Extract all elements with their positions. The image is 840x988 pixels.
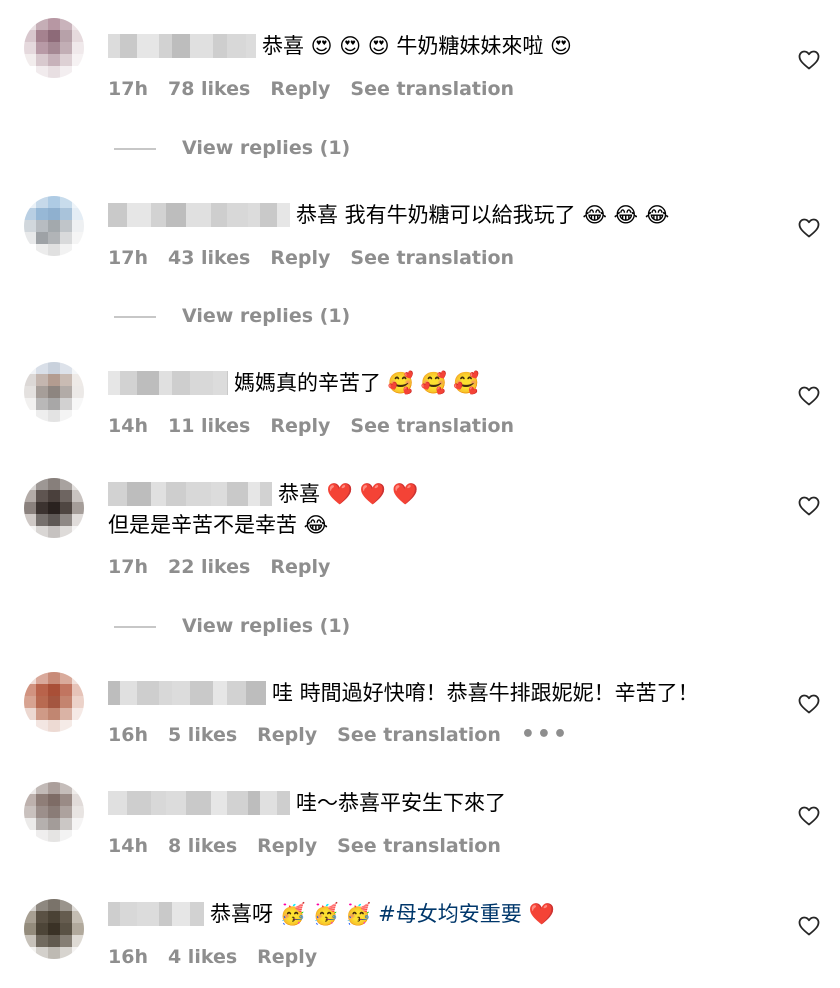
comment-text: 恭喜呀 🥳 🥳 🥳 #母女均安重要 ❤️: [108, 899, 555, 929]
reply-button[interactable]: Reply: [270, 247, 330, 269]
likes-count[interactable]: 11 likes: [168, 415, 250, 437]
comment-body: 但是是辛苦不是幸苦 😂: [108, 513, 329, 537]
replies-divider: [114, 315, 156, 318]
view-replies-label: View replies (1): [182, 615, 351, 637]
username-redacted[interactable]: [108, 902, 204, 926]
comments-list: 恭喜 😍 😍 😍 牛奶糖妹妹來啦 😍 17h 78 likes Reply See tr…: [0, 0, 840, 988]
avatar[interactable]: [24, 899, 84, 959]
like-heart-icon[interactable]: [797, 914, 821, 938]
see-translation-link[interactable]: See translation: [350, 247, 514, 269]
comment-time: 14h: [108, 835, 148, 857]
comment-text: 恭喜 😍 😍 😍 牛奶糖妹妹來啦 😍: [108, 31, 572, 61]
reply-button[interactable]: Reply: [257, 835, 317, 857]
see-translation-link[interactable]: See translation: [337, 724, 501, 746]
comment-time: 16h: [108, 946, 148, 968]
likes-count[interactable]: 78 likes: [168, 78, 250, 100]
username-redacted[interactable]: [108, 371, 228, 395]
comment-meta: 14h 8 likes Reply See translation: [108, 833, 521, 859]
username-redacted[interactable]: [108, 791, 290, 815]
avatar[interactable]: [24, 18, 84, 78]
likes-count[interactable]: 5 likes: [168, 724, 237, 746]
reply-button[interactable]: Reply: [270, 78, 330, 100]
comment-meta: 16h 4 likes Reply: [108, 944, 337, 970]
avatar[interactable]: [24, 196, 84, 256]
view-replies-button[interactable]: View replies (1): [114, 303, 350, 329]
view-replies-label: View replies (1): [182, 137, 351, 159]
comment-body: 恭喜 ❤️ ❤️ ❤️: [278, 482, 419, 506]
reply-button[interactable]: Reply: [257, 724, 317, 746]
hashtag-link[interactable]: #母女均安重要: [378, 902, 522, 926]
replies-divider: [114, 625, 156, 628]
comment-meta: 17h 22 likes Reply: [108, 554, 350, 580]
username-redacted[interactable]: [108, 482, 272, 506]
comment-body: 恭喜 我有牛奶糖可以給我玩了 😂 😂 😂: [296, 203, 670, 227]
avatar[interactable]: [24, 782, 84, 842]
comment-body: 媽媽真的辛苦了 🥰 🥰 🥰: [234, 371, 480, 395]
username-redacted[interactable]: [108, 34, 256, 58]
view-replies-label: View replies (1): [182, 305, 351, 327]
likes-count[interactable]: 43 likes: [168, 247, 250, 269]
comment-body: 哇～恭喜平安生下來了: [296, 791, 506, 815]
see-translation-link[interactable]: See translation: [337, 835, 501, 857]
comment-time: 16h: [108, 724, 148, 746]
more-options-button[interactable]: •••: [521, 722, 569, 747]
comment-text: 恭喜 我有牛奶糖可以給我玩了 😂 😂 😂: [108, 200, 669, 230]
like-heart-icon[interactable]: [797, 804, 821, 828]
replies-divider: [114, 147, 156, 150]
avatar[interactable]: [24, 478, 84, 538]
like-heart-icon[interactable]: [797, 48, 821, 72]
reply-button[interactable]: Reply: [270, 415, 330, 437]
comment-meta: 17h 78 likes Reply See translation: [108, 76, 534, 102]
comment-meta: 17h 43 likes Reply See translation: [108, 245, 534, 271]
likes-count[interactable]: 8 likes: [168, 835, 237, 857]
comment-text: 恭喜 ❤️ ❤️ ❤️: [108, 479, 418, 509]
comment-body: 恭喜呀 🥳 🥳 🥳 #母女均安重要 ❤️: [210, 902, 555, 926]
reply-button[interactable]: Reply: [270, 556, 330, 578]
comment-meta: 14h 11 likes Reply See translation: [108, 413, 534, 439]
comment-time: 17h: [108, 78, 148, 100]
comment-time: 17h: [108, 247, 148, 269]
username-redacted[interactable]: [108, 203, 290, 227]
comment-text: 媽媽真的辛苦了 🥰 🥰 🥰: [108, 368, 479, 398]
comment-time: 14h: [108, 415, 148, 437]
comment-time: 17h: [108, 556, 148, 578]
reply-button[interactable]: Reply: [257, 946, 317, 968]
avatar[interactable]: [24, 362, 84, 422]
comment-meta: 16h 5 likes Reply See translation •••: [108, 722, 589, 748]
like-heart-icon[interactable]: [797, 384, 821, 408]
comment-text: 但是是辛苦不是幸苦 😂: [108, 510, 328, 540]
like-heart-icon[interactable]: [797, 494, 821, 518]
like-heart-icon[interactable]: [797, 692, 821, 716]
likes-count[interactable]: 4 likes: [168, 946, 237, 968]
view-replies-button[interactable]: View replies (1): [114, 613, 350, 639]
see-translation-link[interactable]: See translation: [350, 78, 514, 100]
comment-text: 哇～恭喜平安生下來了: [108, 788, 506, 818]
like-heart-icon[interactable]: [797, 216, 821, 240]
username-redacted[interactable]: [108, 681, 266, 705]
comment-body: 哇 時間過好快唷！恭喜牛排跟妮妮！辛苦了！: [272, 681, 699, 705]
view-replies-button[interactable]: View replies (1): [114, 135, 350, 161]
likes-count[interactable]: 22 likes: [168, 556, 250, 578]
comment-body: 恭喜 😍 😍 😍 牛奶糖妹妹來啦 😍: [262, 34, 572, 58]
see-translation-link[interactable]: See translation: [350, 415, 514, 437]
comment-text: 哇 時間過好快唷！恭喜牛排跟妮妮！辛苦了！: [108, 678, 699, 708]
avatar[interactable]: [24, 672, 84, 732]
